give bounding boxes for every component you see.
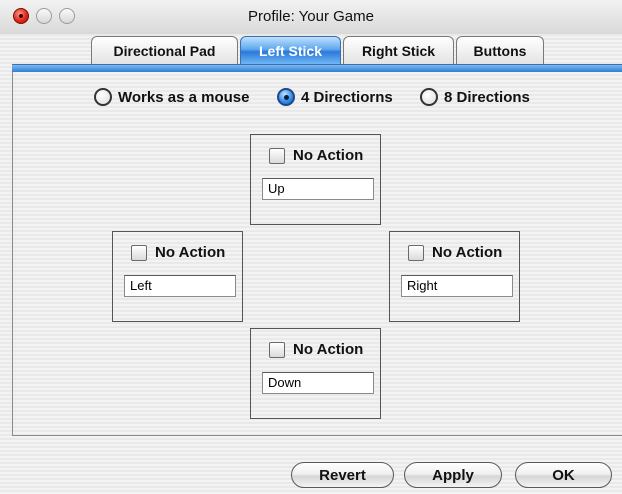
up-field[interactable]: Up [262,178,374,200]
left-field[interactable]: Left [124,275,236,297]
right-field[interactable]: Right [401,275,513,297]
revert-button[interactable]: Revert [291,462,394,488]
direction-box-left: No Action Left [112,231,243,322]
tab-right-stick[interactable]: Right Stick [343,36,454,64]
apply-button[interactable]: Apply [404,462,502,488]
checkbox-left-label: No Action [155,244,226,261]
mode-option-mouse[interactable]: Works as a mouse [94,88,249,106]
down-field[interactable]: Down [262,372,374,394]
mode-option-8-directions[interactable]: 8 Directions [420,88,530,106]
mode-radio-group: Works as a mouse 4 Directiorns 8 Directi… [0,88,622,110]
no-action-left[interactable]: No Action [131,244,225,261]
title-bar[interactable]: Profile: Your Game [0,0,622,34]
mode-option-4-directions[interactable]: 4 Directiorns [277,88,393,106]
direction-box-right: No Action Right [389,231,520,322]
window-title: Profile: Your Game [248,8,374,25]
radio-8-directions-label: 8 Directions [444,88,530,106]
no-action-right[interactable]: No Action [408,244,502,261]
tab-buttons[interactable]: Buttons [456,36,544,64]
checkbox-right[interactable] [408,244,424,261]
tab-indicator-strip [12,64,622,72]
no-action-up[interactable]: No Action [269,147,363,164]
checkbox-right-label: No Action [432,244,503,261]
checkbox-down[interactable] [269,341,285,358]
checkbox-up[interactable] [269,147,285,164]
direction-box-down: No Action Down [250,328,381,419]
radio-mouse-label: Works as a mouse [118,88,250,106]
tab-left-stick[interactable]: Left Stick [240,36,341,64]
checkbox-left[interactable] [131,244,147,261]
radio-8-directions[interactable] [420,88,438,106]
ok-button[interactable]: OK [515,462,612,488]
radio-mouse[interactable] [94,88,112,106]
profile-window: Profile: Your Game Directional Pad Left … [0,0,622,494]
direction-box-up: No Action Up [250,134,381,225]
radio-4-directions-label: 4 Directiorns [301,88,393,106]
no-action-down[interactable]: No Action [269,341,363,358]
radio-4-directions[interactable] [277,88,295,106]
checkbox-up-label: No Action [293,147,364,164]
tab-directional-pad[interactable]: Directional Pad [91,36,238,64]
checkbox-down-label: No Action [293,341,364,358]
